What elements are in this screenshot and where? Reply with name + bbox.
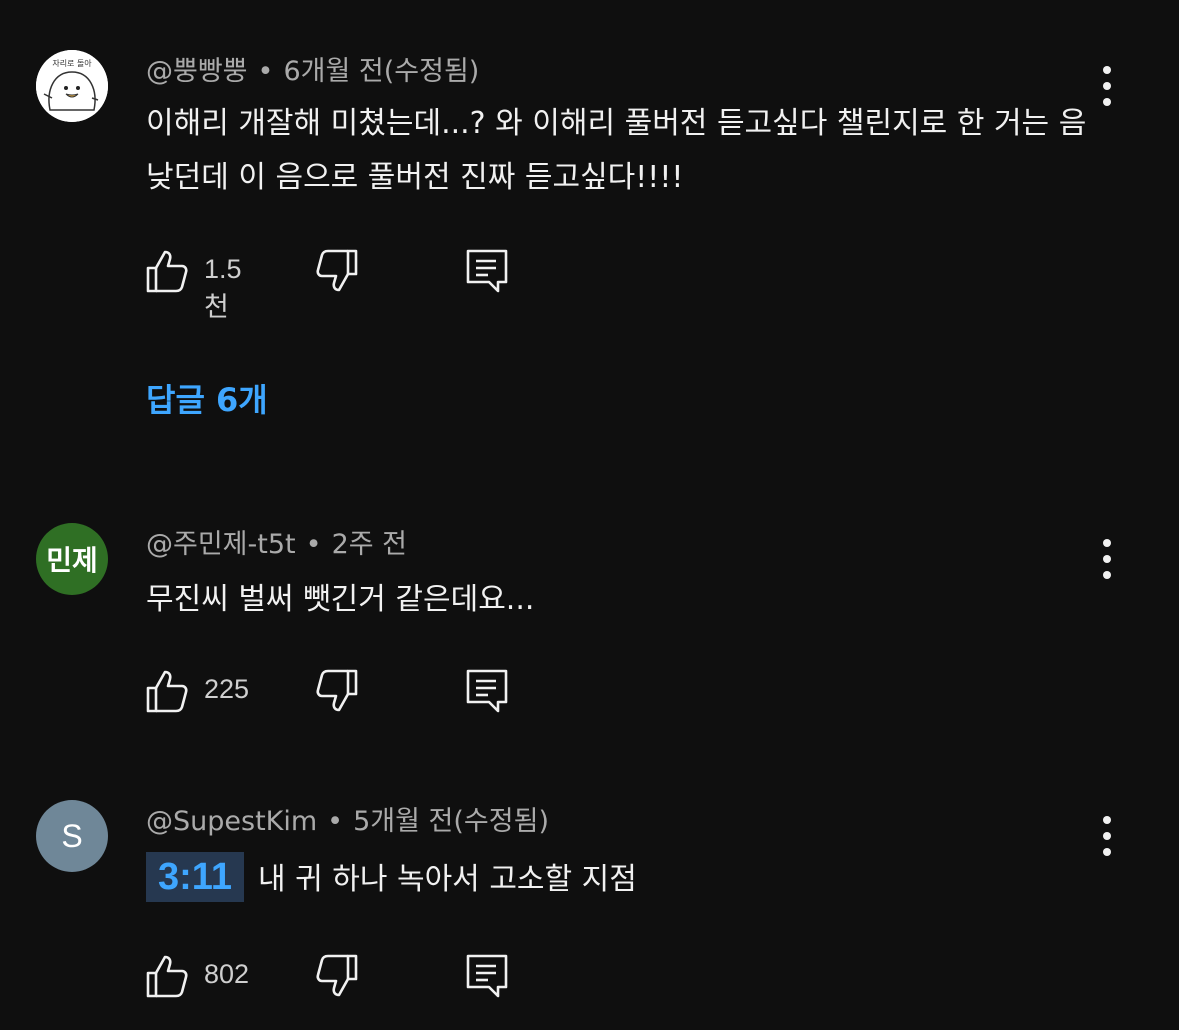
reply-comment-icon[interactable] bbox=[464, 248, 510, 294]
like-count: 802 bbox=[204, 959, 250, 989]
avatar[interactable]: S bbox=[36, 800, 108, 872]
more-options-button[interactable] bbox=[1090, 64, 1124, 108]
more-dot bbox=[1103, 571, 1111, 579]
avatar-initials: 민제 bbox=[46, 544, 98, 577]
more-dot bbox=[1103, 832, 1111, 840]
thumbs-up-icon[interactable] bbox=[144, 668, 190, 714]
thumbs-up-icon[interactable] bbox=[144, 248, 190, 294]
more-dot bbox=[1103, 555, 1111, 563]
author-name[interactable]: @뿡빵뿡 bbox=[146, 56, 248, 87]
comment-time[interactable]: 2주 전 bbox=[332, 529, 407, 560]
reply-comment-icon[interactable] bbox=[464, 953, 510, 999]
author-name[interactable]: @SupestKim bbox=[146, 806, 317, 837]
comment-meta: @SupestKim • 5개월 전(수정됨) bbox=[146, 804, 549, 840]
separator-dot: • bbox=[327, 806, 344, 837]
avatar[interactable]: 민제 bbox=[36, 523, 108, 595]
more-dot bbox=[1103, 98, 1111, 106]
more-vertical-icon bbox=[1103, 816, 1111, 824]
separator-dot: • bbox=[257, 56, 274, 87]
more-options-button[interactable] bbox=[1090, 814, 1124, 858]
comment-text: 무진씨 벌써 뺏긴거 같은데요... bbox=[146, 582, 535, 617]
like-count: 225 bbox=[204, 674, 250, 704]
comment-meta: @뿡빵뿡 • 6개월 전(수정됨) bbox=[146, 54, 479, 90]
view-replies-button[interactable]: 답글 6개 bbox=[146, 375, 268, 421]
comment-thread: S @SupestKim • 5개월 전(수정됨) 3:11 내 귀 하나 녹아서 고… bbox=[0, 780, 1179, 1030]
more-dot bbox=[1103, 82, 1111, 90]
comment-body: 3:11 내 귀 하나 녹아서 고소할 지점 bbox=[146, 852, 1096, 907]
comment-thread: 민제 @주민제-t5t • 2주 전 무진씨 벌써 뺏긴거 같은데요... 225 bbox=[0, 500, 1179, 740]
comment-time[interactable]: 6개월 전(수정됨) bbox=[283, 56, 479, 87]
comment-text: 이해리 개잘해 미쳤는데...? 와 이해리 풀버전 듣고싶다 챌린지로 한 거… bbox=[146, 106, 1087, 195]
thumbs-down-icon[interactable] bbox=[314, 248, 360, 294]
thumbs-down-icon[interactable] bbox=[314, 953, 360, 999]
more-options-button[interactable] bbox=[1090, 537, 1124, 581]
thumbs-up-icon[interactable] bbox=[144, 953, 190, 999]
svg-text:자리로 돌아: 자리로 돌아 bbox=[52, 58, 92, 68]
like-count: 1.5천 bbox=[204, 254, 242, 322]
separator-dot: • bbox=[305, 529, 322, 560]
thumbs-down-icon[interactable] bbox=[314, 668, 360, 714]
avatar[interactable]: 자리로 돌아 bbox=[36, 50, 108, 122]
comment-thread: 자리로 돌아 @뿡빵뿡 • 6개월 전(수정됨) 이해리 개잘해 미쳤는데...? … bbox=[0, 0, 1179, 440]
more-vertical-icon bbox=[1103, 539, 1111, 547]
comment-time[interactable]: 5개월 전(수정됨) bbox=[353, 806, 549, 837]
author-name[interactable]: @주민제-t5t bbox=[146, 529, 296, 560]
comment-meta: @주민제-t5t • 2주 전 bbox=[146, 527, 407, 563]
more-dot bbox=[1103, 848, 1111, 856]
comment-text: 내 귀 하나 녹아서 고소할 지점 bbox=[257, 862, 637, 897]
duck-cartoon-avatar: 자리로 돌아 bbox=[36, 50, 108, 122]
timestamp-link[interactable]: 3:11 bbox=[146, 852, 244, 902]
more-vertical-icon bbox=[1103, 66, 1111, 74]
reply-comment-icon[interactable] bbox=[464, 668, 510, 714]
avatar-initial: S bbox=[61, 817, 83, 854]
